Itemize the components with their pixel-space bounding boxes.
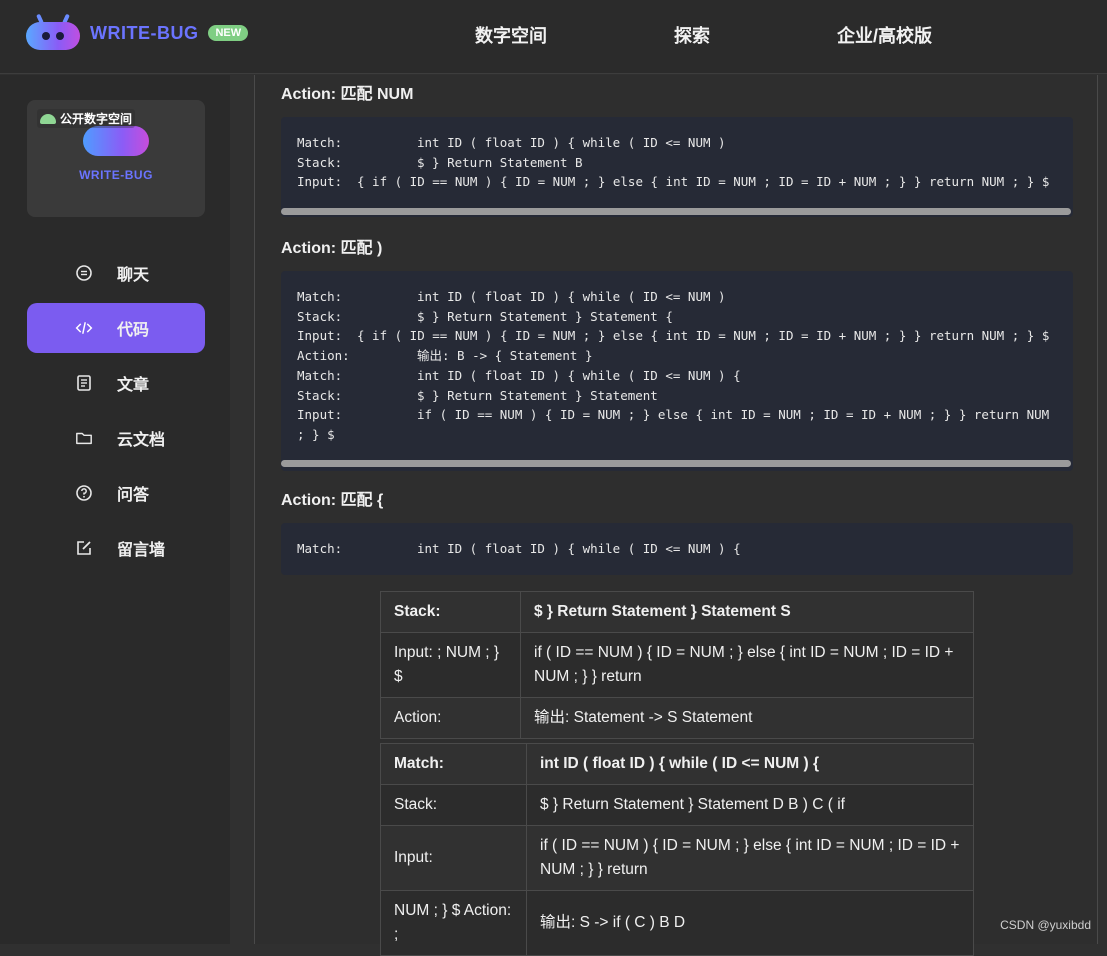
nav-enterprise[interactable]: 企业/高校版 [837,22,932,48]
code-block: Match: int ID ( float ID ) { while ( ID <… [281,271,1073,471]
code-line: Input: { if ( ID == NUM ) { ID = NUM ; }… [297,328,1050,344]
table-row: Action: 输出: Statement -> S Statement [380,697,974,739]
code-line: Input: { if ( ID == NUM ) { ID = NUM ; }… [297,174,1050,190]
table-row: Stack: $ } Return Statement } Statement … [380,784,974,826]
sidebar-item-qa[interactable]: 问答 [27,468,205,518]
sidebar-item-label: 留言墙 [117,542,166,559]
code-line: Stack: $ } Return Statement } Statement [297,387,658,403]
main-content: Action: 匹配 NUM Match: int ID ( float ID )… [254,75,1098,956]
site-logo[interactable]: WRITE-BUG NEW [26,13,249,52]
table-row: Match: int ID ( float ID ) { while ( ID … [380,743,974,785]
section-title: Action: 匹配 { [281,492,384,509]
parse-table: Stack: $ } Return Statement } Statement … [380,591,974,739]
sidebar-item-label: 云文档 [117,432,166,449]
chat-icon [75,264,93,282]
table-cell: $ } Return Statement } Statement D B ) C… [526,784,974,826]
table-cell: 输出: Statement -> S Statement [520,697,974,739]
sidebar-item-code[interactable]: 代码 [27,303,205,353]
table-cell: int ID ( float ID ) { while ( ID <= NUM … [526,743,974,785]
watermark: CSDN @yuxibdd [1000,918,1091,932]
code-line: Match: int ID ( float ID ) { while ( ID <… [297,289,726,304]
table-cell: $ } Return Statement } Statement S [520,591,974,633]
space-card-brand: WRITE-BUG [79,168,153,182]
logo-text: WRITE-BUG [90,22,199,43]
sidebar-item-label: 聊天 [117,267,150,284]
code-icon [75,319,93,337]
robot-logo-icon [26,13,80,52]
code-line: Match: int ID ( float ID ) { while ( ID <… [297,135,726,150]
table-cell: if ( ID == NUM ) { ID = NUM ; } else { i… [526,825,974,891]
new-badge: NEW [208,25,249,41]
folder-icon [75,429,93,447]
code-block: Match: int ID ( float ID ) { while ( ID <… [281,523,1073,575]
parse-table: Match: int ID ( float ID ) { while ( ID … [380,743,974,956]
sidebar-item-cloud-docs[interactable]: 云文档 [27,413,205,463]
table-cell: Stack: [380,784,527,826]
document-icon [75,374,93,392]
table-cell: if ( ID == NUM ) { ID = NUM ; } else { i… [520,632,974,698]
sidebar-item-label: 文章 [117,377,150,394]
nav-digital-space[interactable]: 数字空间 [475,22,547,48]
sidebar-item-message-wall[interactable]: 留言墙 [27,523,205,573]
section-title: Action: 匹配 NUM [281,86,414,103]
edit-icon [75,539,93,557]
horizontal-scrollbar[interactable] [281,208,1071,215]
table-cell: Input: ; NUM ; } $ [380,632,521,698]
code-line: Stack: $ } Return Statement B [297,154,583,170]
code-line: Stack: $ } Return Statement } Statement { [297,308,673,324]
code-block: Match: int ID ( float ID ) { while ( ID <… [281,117,1073,217]
table-cell: Stack: [380,591,521,633]
section-title: Action: 匹配 ) [281,240,383,257]
android-icon [40,113,56,124]
sidebar-item-label: 问答 [117,487,150,504]
sidebar-item-articles[interactable]: 文章 [27,358,205,408]
table-row: Input: if ( ID == NUM ) { ID = NUM ; } e… [380,825,974,891]
table-cell: Action: [380,697,521,739]
horizontal-scrollbar[interactable] [281,460,1071,467]
question-icon [75,484,93,502]
sidebar-item-label: 代码 [117,322,150,339]
table-row: NUM ; } $ Action: ; 输出: S -> if ( C ) B … [380,890,974,956]
code-line: Action: 输出: B -> { Statement } [297,348,593,364]
code-line: Match: int ID ( float ID ) { while ( ID <… [297,367,741,383]
sidebar-item-chat[interactable]: 聊天 [27,248,205,298]
code-line: Match: int ID ( float ID ) { while ( ID <… [297,541,741,556]
table-cell: 输出: S -> if ( C ) B D [526,890,974,956]
table-cell: NUM ; } $ Action: ; [380,890,527,956]
sidebar: 公开数字空间 WRITE-BUG 聊天 代码 文章 云文档 问答 留言墙 [0,75,230,944]
table-row: Stack: $ } Return Statement } Statement … [380,591,974,633]
table-cell: Input: [380,825,527,891]
table-cell: Match: [380,743,527,785]
code-line: Input: if ( ID == NUM ) { ID = NUM ; } el… [297,407,1050,442]
top-navbar: WRITE-BUG NEW 数字空间 探索 企业/高校版 [0,0,1107,74]
space-card-label: 公开数字空间 [37,109,136,128]
nav-explore[interactable]: 探索 [674,22,710,48]
table-row: Input: ; NUM ; } $ if ( ID == NUM ) { ID… [380,632,974,698]
public-space-card[interactable]: 公开数字空间 WRITE-BUG [27,100,205,217]
